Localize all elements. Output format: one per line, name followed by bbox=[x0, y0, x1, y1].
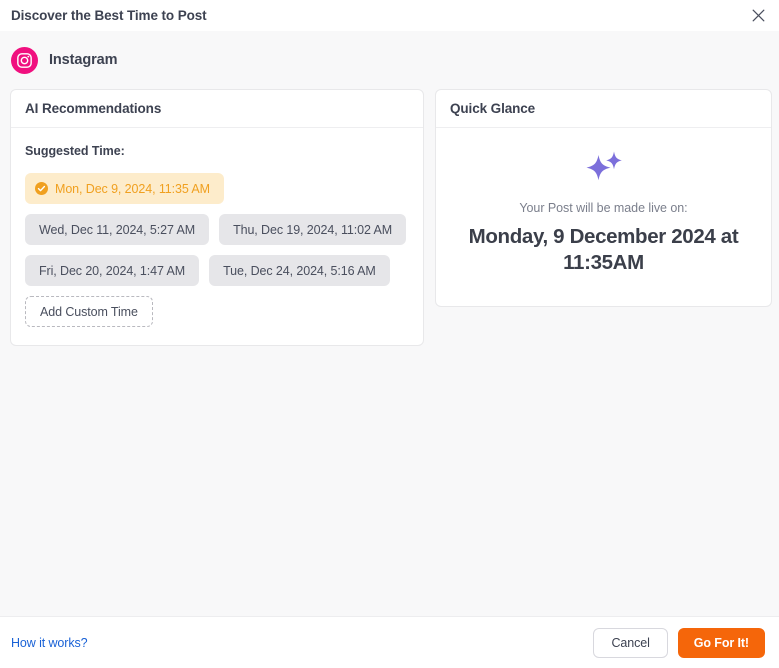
modal-footer: How it works? Cancel Go For It! bbox=[0, 616, 779, 668]
time-chip-label: Thu, Dec 19, 2024, 11:02 AM bbox=[233, 222, 393, 237]
panels-container: AI Recommendations Suggested Time: Mon, … bbox=[10, 89, 772, 346]
add-custom-time-button[interactable]: Add Custom Time bbox=[25, 296, 153, 327]
page-title: Discover the Best Time to Post bbox=[11, 8, 207, 23]
platform-name: Instagram bbox=[49, 52, 118, 68]
time-chip[interactable]: Tue, Dec 24, 2024, 5:16 AM bbox=[209, 255, 390, 286]
quick-glance-header: Quick Glance bbox=[436, 90, 771, 128]
time-chip-label: Fri, Dec 20, 2024, 1:47 AM bbox=[39, 263, 186, 278]
time-chip[interactable]: Fri, Dec 20, 2024, 1:47 AM bbox=[25, 255, 200, 286]
modal-header: Discover the Best Time to Post bbox=[0, 0, 779, 31]
close-icon bbox=[752, 9, 765, 22]
time-chip[interactable]: Thu, Dec 19, 2024, 11:02 AM bbox=[219, 214, 407, 245]
modal-body: Instagram AI Recommendations Suggested T… bbox=[0, 31, 779, 616]
check-circle-icon bbox=[35, 182, 48, 195]
go-for-it-button[interactable]: Go For It! bbox=[677, 627, 765, 658]
sparkles-icon bbox=[583, 150, 625, 192]
quick-glance-body: Your Post will be made live on: Monday, … bbox=[436, 128, 771, 306]
instagram-icon bbox=[11, 46, 38, 74]
time-chip-label: Tue, Dec 24, 2024, 5:16 AM bbox=[223, 263, 376, 278]
live-on-date: Monday, 9 December 2024 at 11:35AM bbox=[468, 224, 739, 274]
footer-actions: Cancel Go For It! bbox=[593, 627, 765, 658]
cancel-button[interactable]: Cancel bbox=[593, 627, 668, 658]
quick-glance-panel: Quick Glance Your Post will be made live… bbox=[435, 89, 772, 307]
time-chip-selected[interactable]: Mon, Dec 9, 2024, 11:35 AM bbox=[25, 173, 224, 204]
ai-recommendations-title: AI Recommendations bbox=[25, 101, 162, 116]
suggested-time-label: Suggested Time: bbox=[25, 144, 125, 158]
time-chip-label: Wed, Dec 11, 2024, 5:27 AM bbox=[39, 222, 196, 237]
platform-row: Instagram bbox=[10, 31, 769, 89]
time-chip-label: Mon, Dec 9, 2024, 11:35 AM bbox=[55, 181, 210, 196]
add-custom-time-label: Add Custom Time bbox=[40, 304, 138, 319]
ai-recommendations-header: AI Recommendations bbox=[11, 90, 423, 128]
time-chip[interactable]: Wed, Dec 11, 2024, 5:27 AM bbox=[25, 214, 210, 245]
how-it-works-link[interactable]: How it works? bbox=[11, 636, 88, 650]
ai-recommendations-panel: AI Recommendations Suggested Time: Mon, … bbox=[10, 89, 424, 346]
best-time-to-post-modal: Discover the Best Time to Post Instagram bbox=[0, 0, 779, 668]
quick-glance-title: Quick Glance bbox=[450, 101, 536, 116]
time-chip-list: Mon, Dec 9, 2024, 11:35 AM Wed, Dec 11, … bbox=[25, 173, 409, 327]
live-on-label: Your Post will be made live on: bbox=[519, 200, 688, 215]
close-button[interactable] bbox=[748, 6, 768, 26]
ai-recommendations-body: Suggested Time: Mon, Dec 9, 2024, 11:35 … bbox=[11, 128, 423, 345]
